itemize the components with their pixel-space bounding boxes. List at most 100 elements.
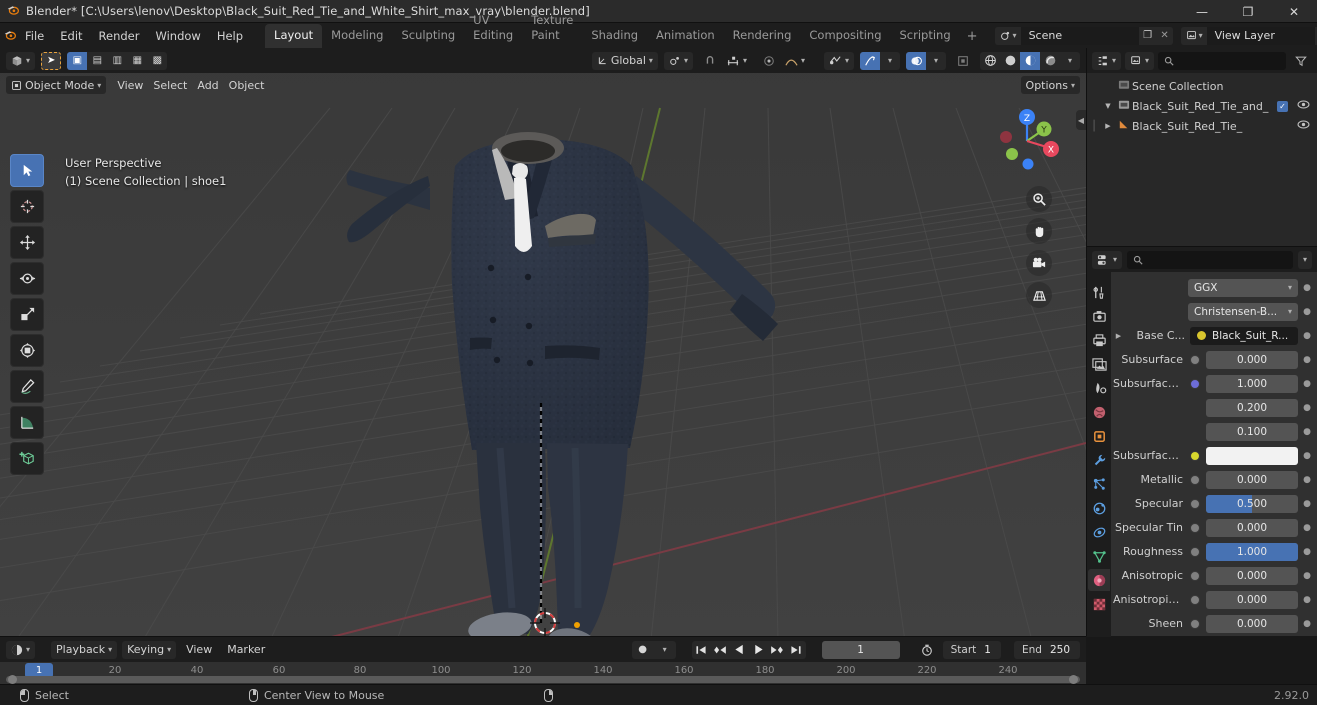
snap-target-dropdown[interactable]: ▾ — [721, 52, 752, 70]
properties-tab-texture[interactable] — [1088, 593, 1110, 615]
properties-tab-constraints[interactable] — [1088, 521, 1110, 543]
play-reverse-button[interactable] — [730, 641, 749, 659]
animate-dot-icon[interactable]: ● — [1301, 403, 1313, 413]
subsurface-color-socket-icon[interactable] — [1190, 450, 1200, 461]
tab-sculpting[interactable]: Sculpting — [392, 24, 464, 48]
collapse-arrow-icon[interactable]: ▼ — [1101, 102, 1115, 110]
expand-arrow-icon[interactable]: ▶ — [1113, 332, 1124, 340]
roughness-input[interactable]: 1.000 — [1206, 542, 1298, 561]
3d-viewport[interactable]: ▾ ➤ ▣ ▤ ▥ ▦ ▩ Global ▾ ▾ ▾ ▾ ▾ ▾ ▾ ▾ Obj… — [0, 48, 1086, 636]
properties-tab-physics[interactable] — [1088, 497, 1110, 519]
move-tool[interactable] — [10, 226, 44, 259]
minimize-button[interactable]: — — [1179, 0, 1225, 23]
eye-icon[interactable] — [1295, 100, 1311, 112]
timeline-scrollbar[interactable] — [6, 674, 1080, 684]
collection-checkbox[interactable]: ✓ — [1277, 100, 1288, 112]
timeline-ruler[interactable]: 20 40 60 80 100 120 140 160 180 200 220 … — [0, 662, 1086, 685]
menu-render[interactable]: Render — [91, 26, 148, 46]
subsurface-color-swatch[interactable] — [1206, 446, 1298, 465]
select-extend-icon[interactable]: ▤ — [87, 52, 107, 70]
menu-edit[interactable]: Edit — [52, 26, 90, 46]
filter-icon[interactable] — [1290, 52, 1312, 70]
specular-socket-icon[interactable] — [1190, 498, 1200, 509]
tab-layout[interactable]: Layout — [265, 24, 323, 48]
properties-tab-data[interactable] — [1088, 545, 1110, 567]
specular-tint-socket-icon[interactable] — [1190, 522, 1200, 533]
outliner-search-input[interactable] — [1158, 51, 1286, 70]
properties-tab-material[interactable] — [1088, 569, 1110, 591]
animate-dot-icon[interactable]: ● — [1301, 499, 1313, 509]
close-button[interactable]: ✕ — [1271, 0, 1317, 23]
distribution-ggx-dropdown[interactable]: GGX ▾ — [1188, 278, 1298, 297]
play-button[interactable] — [749, 641, 768, 659]
annotate-tool[interactable] — [10, 370, 44, 403]
use-preview-range-icon[interactable] — [916, 641, 938, 659]
auto-keying-options-caret-icon[interactable]: ▾ — [654, 641, 676, 659]
subsurface-socket-icon[interactable] — [1190, 354, 1200, 365]
scrollbar-right-handle[interactable] — [1069, 674, 1078, 684]
tab-animation[interactable]: Animation — [647, 24, 724, 48]
tab-uv-editing[interactable]: UV Editing — [464, 9, 522, 48]
properties-search-input[interactable] — [1127, 250, 1293, 269]
add-workspace-button[interactable]: + — [960, 25, 985, 48]
jump-to-start-button[interactable] — [692, 641, 711, 659]
toggle-perspective-icon[interactable] — [1026, 282, 1052, 308]
animate-dot-icon[interactable]: ● — [1301, 619, 1313, 629]
proportional-editing-icon[interactable] — [758, 52, 780, 70]
animate-dot-icon[interactable]: ● — [1301, 547, 1313, 557]
properties-tab-render[interactable] — [1088, 305, 1110, 327]
properties-options-caret-icon[interactable]: ▾ — [1297, 250, 1312, 269]
animate-dot-icon[interactable]: ● — [1301, 523, 1313, 533]
anisotropic-input[interactable]: 0.000 — [1206, 566, 1298, 585]
shading-solid-icon[interactable] — [1000, 52, 1020, 70]
anisotropic-rotation-input[interactable]: 0.000 — [1206, 590, 1298, 609]
overlay-options-caret-icon[interactable]: ▾ — [926, 52, 946, 70]
jump-to-next-keyframe-button[interactable] — [768, 641, 787, 659]
shading-material-preview-icon[interactable] — [1020, 51, 1040, 70]
timeline-menu-marker[interactable]: Marker — [222, 641, 270, 659]
shading-wireframe-icon[interactable] — [980, 52, 1000, 70]
select-subtract-icon[interactable]: ▥ — [107, 52, 127, 70]
select-set-icon[interactable]: ▣ — [67, 51, 88, 70]
properties-tab-output[interactable] — [1088, 329, 1110, 351]
blender-menu-icon[interactable] — [4, 28, 17, 44]
eye-icon[interactable] — [1295, 120, 1311, 132]
maximize-button[interactable]: ❐ — [1225, 0, 1271, 23]
snap-magnet-icon[interactable] — [699, 52, 721, 70]
viewport-menu-object[interactable]: Object — [224, 76, 270, 94]
current-frame-input[interactable]: 1 — [821, 640, 900, 659]
animate-dot-icon[interactable]: ● — [1301, 307, 1313, 317]
outliner-editor-type-icon[interactable]: ▾ — [1092, 51, 1122, 70]
gizmo-options-caret-icon[interactable]: ▾ — [880, 52, 900, 70]
zoom-view-icon[interactable] — [1026, 186, 1052, 212]
show-gizmo-icon[interactable] — [860, 51, 880, 70]
select-invert-icon[interactable]: ▦ — [127, 52, 147, 70]
viewport-menu-view[interactable]: View — [112, 76, 148, 94]
pivot-point-dropdown[interactable]: ▾ — [663, 51, 693, 70]
animate-dot-icon[interactable]: ● — [1301, 379, 1313, 389]
metallic-socket-icon[interactable] — [1190, 474, 1200, 485]
select-intersect-icon[interactable]: ▩ — [147, 52, 167, 70]
toggle-sidebar-arrow-icon[interactable]: ◀ — [1076, 110, 1086, 130]
editor-type-selector[interactable]: ▾ — [6, 51, 36, 70]
animate-dot-icon[interactable]: ● — [1301, 475, 1313, 485]
properties-tab-view-layer[interactable] — [1088, 353, 1110, 375]
specular-input[interactable]: 0.500 — [1206, 494, 1298, 513]
navigation-gizmo[interactable]: Z Y X — [992, 106, 1062, 176]
tab-compositing[interactable]: Compositing — [800, 24, 890, 48]
shading-rendered-icon[interactable] — [1040, 52, 1060, 70]
sheen-input[interactable]: 0.000 — [1206, 614, 1298, 633]
animate-dot-icon[interactable]: ● — [1301, 571, 1313, 581]
viewport-menu-add[interactable]: Add — [192, 76, 223, 94]
timeline-menu-view[interactable]: View — [181, 641, 217, 659]
metallic-input[interactable]: 0.000 — [1206, 470, 1298, 489]
properties-tab-particles[interactable] — [1088, 473, 1110, 495]
pan-view-icon[interactable] — [1026, 218, 1052, 244]
base-color-input[interactable]: Black_Suit_R... — [1190, 326, 1298, 345]
outliner-row-collection[interactable]: ▼ Black_Suit_Red_Tie_and_ ✓ — [1087, 96, 1317, 116]
timeline-menu-playback[interactable]: Playback ▾ — [51, 640, 118, 659]
roughness-socket-icon[interactable] — [1190, 546, 1200, 557]
subsurface-input[interactable]: 0.000 — [1206, 350, 1298, 369]
new-scene-button[interactable]: ❐ — [1138, 26, 1157, 45]
tab-scripting[interactable]: Scripting — [891, 24, 960, 48]
